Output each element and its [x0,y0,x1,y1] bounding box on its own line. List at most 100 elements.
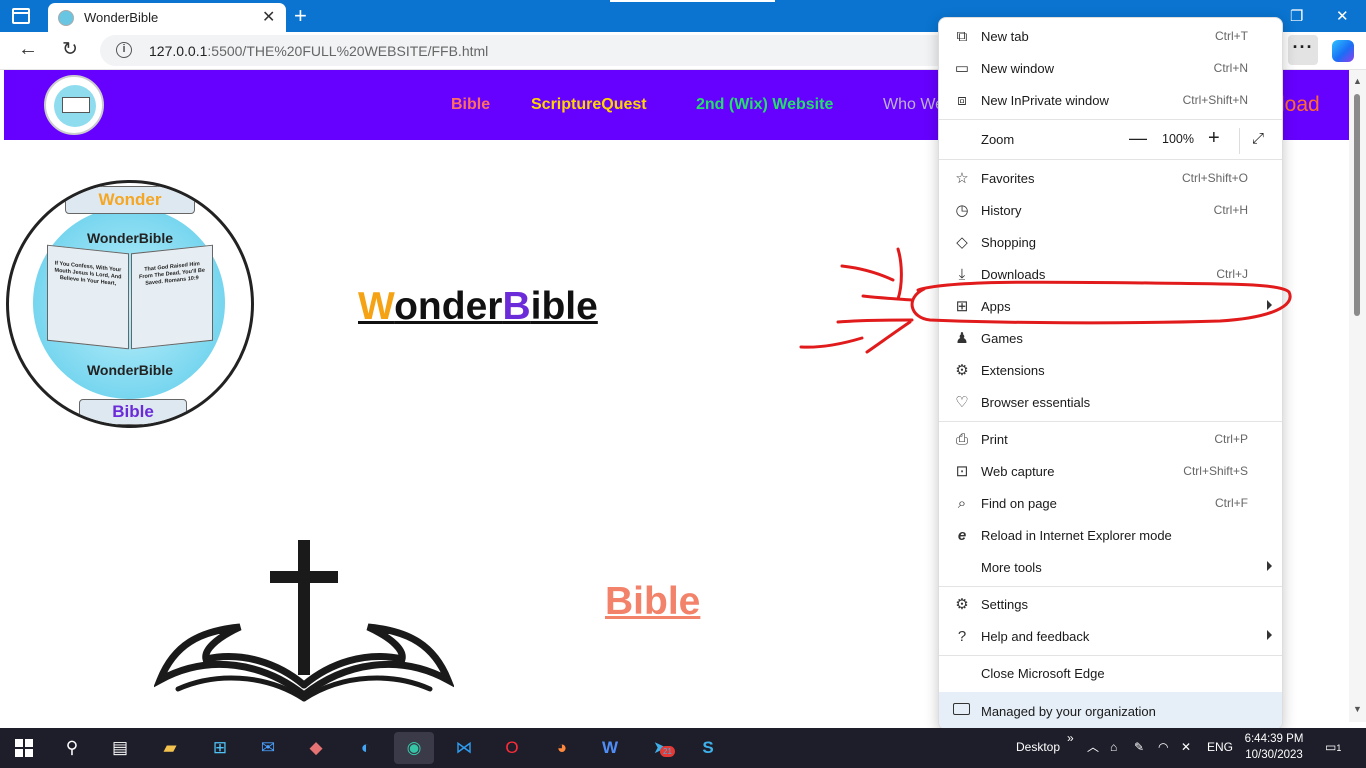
ie-mode-icon: e [957,527,967,544]
menu-item-shopping[interactable]: ◇ Shopping [939,227,1282,259]
title-letter-b: B [502,285,531,328]
menu-label: Web capture [981,464,1055,479]
logo-word-bottom: WonderBible [86,362,174,378]
help-icon: ? [957,628,967,645]
logo-book-right-page: That God Raised Him From The Dead, You'l… [131,244,213,350]
nav-link-who-we[interactable]: Who We [883,96,944,114]
zoom-value: 100% [1162,132,1194,146]
menu-item-favorites[interactable]: ☆ Favorites Ctrl+Shift+O [939,163,1282,195]
window-close-icon[interactable]: ✕ [1336,7,1349,25]
menu-separator [939,119,1282,120]
restore-icon[interactable]: ❐ [1290,7,1303,25]
menu-item-more-tools[interactable]: More tools [939,552,1282,584]
vscode-icon[interactable]: ⋈ [444,732,484,764]
inprivate-icon: ⧈ [957,92,967,109]
network-adapter-icon[interactable]: ⌂ [1110,740,1117,754]
tab-actions-icon[interactable] [12,8,30,24]
nav-link-wix-website[interactable]: 2nd (Wix) Website [696,96,833,114]
opera-icon[interactable]: O [492,732,532,764]
windows-start-icon[interactable] [4,732,44,764]
site-logo[interactable] [44,75,104,135]
menu-separator [939,586,1282,587]
nav-link-scripturequest[interactable]: ScriptureQuest [531,96,647,114]
notification-icon[interactable]: ▭1 [1325,740,1341,754]
telegram-icon[interactable]: ➤21 [640,732,680,764]
reload-icon[interactable]: ↻ [62,38,78,61]
tab-title: WonderBible [84,10,159,25]
nav-link-download-partial[interactable]: load [1280,93,1320,117]
volume-muted-icon[interactable]: ✕ [1181,740,1191,754]
menu-item-new-tab[interactable]: ⧉ New tab Ctrl+T [939,21,1282,53]
zoom-in-icon[interactable]: + [1208,127,1220,150]
clock-date: 10/30/2023 [1245,749,1303,761]
scroll-down-icon[interactable]: ▼ [1353,704,1362,714]
task-view-icon[interactable]: ▤ [100,732,140,764]
word-icon[interactable]: W [590,732,630,764]
nav-link-bible[interactable]: Bible [451,96,490,114]
fullscreen-icon[interactable]: ⤢ [1252,130,1264,147]
menu-label: Favorites [981,171,1035,186]
menu-label: Reload in Internet Explorer mode [981,528,1172,543]
copilot-icon[interactable] [1332,40,1354,62]
tray-overflow-icon[interactable]: ︿ [1087,738,1099,755]
settings-and-more-button[interactable]: ··· [1288,35,1318,65]
menu-item-apps[interactable]: ⊞ Apps [939,291,1282,323]
menu-label: Settings [981,597,1028,612]
tab-close-icon[interactable]: ✕ [262,7,275,27]
menu-item-history[interactable]: ◷ History Ctrl+H [939,195,1282,227]
wifi-icon[interactable]: ◠ [1158,740,1168,754]
browser-essentials-icon: ♡ [955,394,969,411]
menu-item-close-edge[interactable]: Close Microsoft Edge [939,658,1282,690]
scroll-thumb[interactable] [1354,94,1360,316]
skype-icon[interactable]: S [688,732,728,764]
managed-by-organization[interactable]: Managed by your organization [939,692,1282,729]
file-explorer-icon[interactable]: ▰ [150,732,190,764]
menu-item-extensions[interactable]: ⚙ Extensions [939,355,1282,387]
menu-item-downloads[interactable]: ⤓ Downloads Ctrl+J [939,259,1282,291]
menu-item-find-on-page[interactable]: ⌕ Find on page Ctrl+F [939,488,1282,520]
menu-item-ie-mode[interactable]: e Reload in Internet Explorer mode [939,520,1282,552]
clock[interactable]: 6:44:39 PM 10/30/2023 [1234,731,1314,763]
menu-item-print[interactable]: ⎙ Print Ctrl+P [939,424,1282,456]
site-favicon-icon [58,10,74,26]
bible-section-link[interactable]: Bible [605,580,700,624]
menu-item-settings[interactable]: ⚙ Settings [939,589,1282,621]
site-info-icon[interactable]: i [116,42,132,58]
pen-icon[interactable]: ✎ [1134,740,1144,754]
edge-icon[interactable]: ◉ [394,732,434,764]
edge-beta-icon[interactable]: ◐ [346,732,386,764]
url-text[interactable]: 127.0.0.1:5500/THE%20FULL%20WEBSITE/FFB.… [149,43,488,59]
desktop-toolbar-label[interactable]: Desktop [1016,740,1060,754]
settings-icon: ⚙ [955,596,969,613]
scroll-up-icon[interactable]: ▲ [1353,76,1362,86]
menu-item-games[interactable]: ♟ Games [939,323,1282,355]
games-icon: ♟ [955,330,969,347]
menu-item-inprivate[interactable]: ⧈ New InPrivate window Ctrl+Shift+N [939,85,1282,117]
menu-item-new-window[interactable]: ▭ New window Ctrl+N [939,53,1282,85]
page-scrollbar[interactable]: ▲ ▼ [1349,70,1366,722]
pdf-reader-icon[interactable]: ◆ [296,732,336,764]
language-indicator[interactable]: ENG [1207,740,1233,754]
browser-tab-active[interactable]: WonderBible ✕ [48,3,286,32]
menu-item-help-and-feedback[interactable]: ? Help and feedback [939,621,1282,653]
zoom-out-icon[interactable]: — [1129,128,1147,149]
new-tab-icon[interactable]: + [294,3,307,29]
title-part-1: onder [394,285,503,328]
back-arrow-icon[interactable]: ← [18,38,38,61]
menu-shortcut: Ctrl+H [1213,203,1248,217]
menu-item-browser-essentials[interactable]: ♡ Browser essentials [939,387,1282,419]
menu-label: Print [981,432,1008,447]
mail-icon[interactable]: ✉ [248,732,288,764]
menu-item-web-capture[interactable]: ⊡ Web capture Ctrl+Shift+S [939,456,1282,488]
logo-book-icon [62,97,90,113]
cross-bible-icon [154,540,454,702]
menu-label: New tab [981,29,1029,44]
menu-item-zoom: Zoom — 100% + ⤢ [939,124,1282,156]
search-icon[interactable]: ⚲ [52,732,92,764]
menu-label: Apps [981,299,1011,314]
firefox-icon[interactable]: ◕ [542,732,582,764]
microsoft-store-icon[interactable]: ⊞ [200,732,240,764]
toolbar-expand-icon[interactable]: » [1067,731,1074,745]
logo-open-book: If You Confess, With Your Mouth Jesus Is… [45,244,215,350]
menu-separator [939,655,1282,656]
